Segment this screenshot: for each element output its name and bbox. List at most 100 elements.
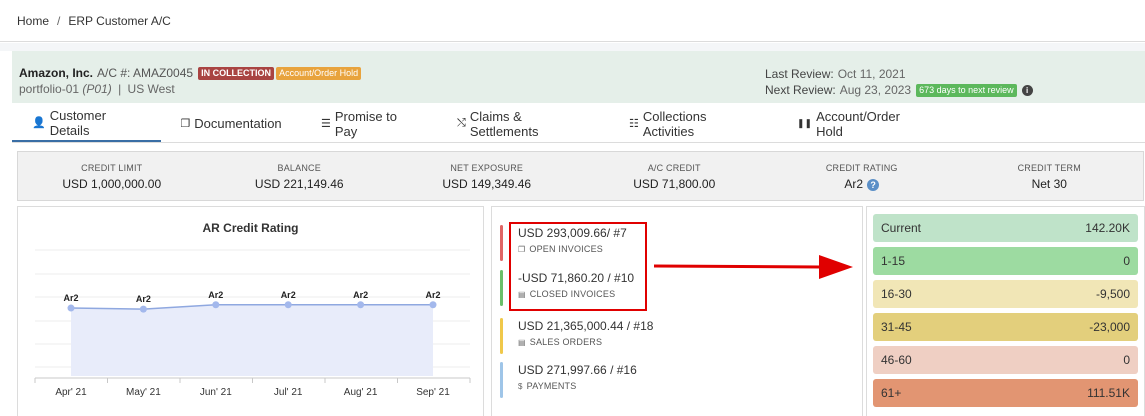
summary-credit-term: CREDIT TERM Net 30	[956, 152, 1144, 200]
checklist-icon: ☷	[629, 118, 639, 130]
tab-label: Promise to Pay	[334, 108, 398, 139]
aging-row-61-plus[interactable]: 61+ 111.51K	[873, 379, 1138, 407]
status-bar	[500, 270, 503, 306]
aging-label: 1-15	[881, 254, 906, 268]
aging-label: Current	[881, 221, 922, 235]
breadcrumb-home-link[interactable]: Home	[17, 14, 49, 28]
summary-value: USD 71,800.00	[633, 177, 716, 191]
summary-label: BALANCE	[277, 163, 321, 173]
x-tick-label: Sep' 21	[416, 387, 450, 398]
data-label: Ar2	[425, 290, 440, 300]
aging-value: -23,000	[1089, 320, 1130, 334]
help-icon[interactable]: ?	[867, 179, 880, 191]
tab-account-order-hold[interactable]: ❚❚ Account/Order Hold	[777, 105, 945, 142]
summary-balance: BALANCE USD 221,149.46	[206, 152, 394, 200]
aging-value: -9,500	[1095, 287, 1130, 301]
aging-panel: Current 142.20K 1-15 0 16-30 -9,500 31-4…	[866, 206, 1145, 416]
file-icon: ▤	[518, 338, 526, 347]
tab-label: Collections Activities	[642, 108, 707, 139]
annotation-highlight-box	[509, 222, 647, 311]
aging-row-16-30[interactable]: 16-30 -9,500	[873, 280, 1138, 308]
tab-label: Documentation	[194, 116, 282, 131]
aging-row-1-15[interactable]: 1-15 0	[873, 247, 1138, 275]
tab-collections-activities[interactable]: ☷ Collections Activities	[609, 105, 777, 142]
credit-rating-chart-panel: AR Credit Rating Ar2 Apr' 21 Ar2 May' 21 Ar2…	[17, 206, 484, 416]
invoice-amount: USD 21,365,000.44 / #18	[518, 319, 654, 333]
aging-value: 0	[1123, 353, 1130, 367]
status-bar	[500, 318, 503, 354]
region: US West	[127, 82, 175, 96]
days-to-review-badge: 673 days to next review	[916, 83, 1017, 97]
data-label: Ar2	[63, 293, 78, 303]
shuffle-icon: ⤭	[457, 117, 466, 129]
copy-icon: ❐	[180, 118, 191, 130]
tab-label: Customer Details	[49, 107, 107, 138]
x-tick-label: Jul' 21	[274, 387, 303, 398]
aging-value: 0	[1123, 254, 1130, 268]
invoice-label: PAYMENTS	[526, 381, 577, 391]
last-review-label: Last Review:	[765, 67, 834, 81]
invoice-amount: USD 271,997.66 / #16	[518, 363, 637, 377]
list-icon: ☰	[321, 118, 331, 130]
annotation-arrow	[653, 255, 853, 279]
summary-label: CREDIT TERM	[1017, 163, 1081, 173]
aging-row-46-60[interactable]: 46-60 0	[873, 346, 1138, 374]
x-tick-label: May' 21	[126, 387, 161, 398]
aging-value: 142.20K	[1085, 221, 1130, 235]
chart-data-point	[212, 301, 220, 309]
invoice-row-sales-orders[interactable]: USD 21,365,000.44 / #18 ▤ SALES ORDERS	[500, 318, 840, 358]
x-tick-label: Jun' 21	[200, 387, 232, 398]
summary-value: USD 1,000,000.00	[62, 177, 162, 191]
aging-label: 31-45	[881, 320, 912, 334]
summary-label: A/C CREDIT	[647, 163, 701, 173]
breadcrumb: Home / ERP Customer A/C	[0, 0, 1145, 42]
credit-rating-chart: Ar2 Apr' 21 Ar2 May' 21 Ar2 Jun' 21 Ar2 Jul' 21…	[34, 249, 471, 398]
account-header: Amazon, Inc. A/C #: AMAZ0045 IN COLLECTI…	[12, 51, 1145, 103]
x-tick-label: Apr' 21	[55, 387, 87, 398]
pause-icon: ❚❚	[797, 118, 813, 128]
invoice-label: SALES ORDERS	[529, 337, 603, 347]
tab-label: Account/Order Hold	[816, 108, 900, 139]
next-review-label: Next Review:	[765, 83, 836, 97]
data-label: Ar2	[281, 290, 296, 300]
summary-label: CREDIT RATING	[825, 163, 898, 173]
chart-data-point	[284, 301, 292, 309]
chart-data-point	[357, 301, 365, 309]
status-bar	[500, 225, 503, 261]
account-name: Amazon, Inc.	[19, 66, 94, 80]
chart-data-point	[67, 304, 75, 312]
status-bar	[500, 362, 503, 398]
data-label: Ar2	[136, 294, 151, 304]
summary-value: Net 30	[1031, 177, 1067, 191]
breadcrumb-current: ERP Customer A/C	[68, 13, 171, 28]
in-collection-badge: IN COLLECTION	[198, 66, 275, 80]
tab-documentation[interactable]: ❐ Documentation	[161, 105, 301, 142]
data-label: Ar2	[208, 290, 223, 300]
invoice-row-payments[interactable]: USD 271,997.66 / #16 $ PAYMENTS	[500, 362, 840, 402]
summary-ac-credit: A/C CREDIT USD 71,800.00	[581, 152, 769, 200]
aging-value: 111.51K	[1087, 386, 1130, 400]
tab-bar: 👤 Customer Details ❐ Documentation ☰ Pro…	[12, 105, 1145, 143]
last-review-date: Oct 11, 2021	[837, 67, 906, 81]
aging-row-current[interactable]: Current 142.20K	[873, 214, 1138, 242]
aging-row-31-45[interactable]: 31-45 -23,000	[873, 313, 1138, 341]
tab-customer-details[interactable]: 👤 Customer Details	[12, 105, 161, 142]
account-number: A/C #: AMAZ0045	[97, 66, 194, 80]
summary-value: USD 221,149.46	[254, 177, 344, 191]
summary-value: USD 149,349.46	[442, 177, 532, 191]
info-icon[interactable]: i	[1021, 84, 1033, 96]
tab-promise-to-pay[interactable]: ☰ Promise to Pay	[301, 105, 437, 142]
summary-value: Ar2	[844, 177, 864, 191]
user-icon: 👤	[32, 117, 46, 129]
summary-label: NET EXPOSURE	[450, 163, 524, 173]
aging-label: 61+	[881, 386, 902, 400]
next-review-date: Aug 23, 2023	[839, 83, 912, 97]
summary-net-exposure: NET EXPOSURE USD 149,349.46	[393, 152, 581, 200]
aging-label: 16-30	[881, 287, 912, 301]
account-hold-badge: Account/Order Hold	[276, 66, 362, 80]
portfolio-code: (P01)	[82, 82, 112, 96]
breadcrumb-separator: /	[57, 13, 61, 28]
dollar-icon: $	[518, 382, 523, 391]
tab-claims-settlements[interactable]: ⤭ Claims & Settlements	[437, 105, 609, 142]
summary-label: CREDIT LIMIT	[81, 163, 143, 173]
